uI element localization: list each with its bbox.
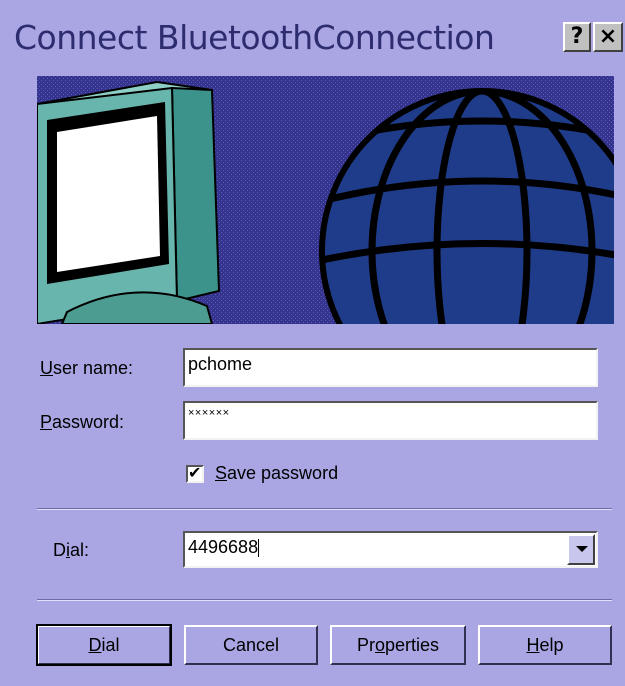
dial-dropdown-button[interactable] [567,534,595,565]
save-password-label[interactable]: Save password [215,463,338,484]
connection-banner [37,76,614,324]
dial-label: Dial: [53,540,90,560]
dial-button[interactable]: Dial [36,624,172,666]
separator-top [37,508,612,510]
window-title: Connect BluetoothConnection [14,18,495,57]
save-password-checkbox[interactable]: ✔ [186,463,204,483]
title-bar[interactable]: Connect BluetoothConnection ? × [0,0,625,68]
password-input[interactable]: ×××××× [183,401,598,440]
text-caret [258,539,260,558]
cancel-button[interactable]: Cancel [184,625,318,665]
close-button[interactable]: × [593,22,623,52]
chevron-down-icon [576,546,588,552]
monitor-icon [37,80,221,324]
properties-button[interactable]: Properties [330,625,466,665]
separator-bottom [37,599,612,601]
connect-dialog: Connect BluetoothConnection ? × User nam… [0,0,625,686]
help-title-button[interactable]: ? [563,22,591,52]
dial-number-combobox[interactable]: 4496688 [183,531,598,568]
password-label: Password: [40,412,125,432]
help-button[interactable]: Help [478,625,612,665]
check-icon: ✔ [188,463,202,482]
dial-number-value: 4496688 [188,537,259,557]
username-label: User name: [40,358,134,378]
username-input[interactable]: pchome [183,348,598,387]
